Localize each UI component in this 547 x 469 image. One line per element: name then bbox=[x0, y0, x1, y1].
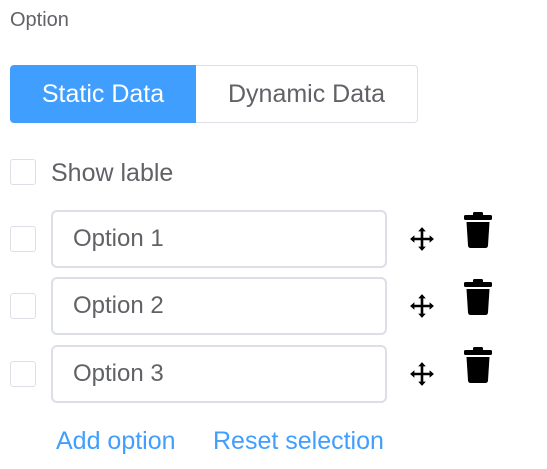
tab-static-data[interactable]: Static Data bbox=[10, 65, 196, 123]
trash-icon[interactable] bbox=[464, 279, 492, 315]
section-title: Option bbox=[10, 9, 69, 31]
option-2-checkbox[interactable] bbox=[10, 293, 36, 319]
option-1-checkbox[interactable] bbox=[10, 226, 36, 252]
reset-selection-link[interactable]: Reset selection bbox=[213, 426, 384, 456]
option-editor-panel: Option Static Data Dynamic Data Show lab… bbox=[0, 0, 547, 469]
option-3-input[interactable] bbox=[51, 345, 387, 403]
option-2-input[interactable] bbox=[51, 277, 387, 335]
data-source-tabs: Static Data Dynamic Data bbox=[10, 65, 418, 123]
trash-icon[interactable] bbox=[464, 212, 492, 248]
show-label-checkbox[interactable] bbox=[10, 159, 36, 185]
option-row-1 bbox=[0, 210, 547, 268]
add-option-link[interactable]: Add option bbox=[56, 426, 176, 456]
option-1-input[interactable] bbox=[51, 210, 387, 268]
move-icon[interactable] bbox=[409, 361, 435, 387]
move-icon[interactable] bbox=[409, 293, 435, 319]
option-row-3 bbox=[0, 345, 547, 403]
option-row-2 bbox=[0, 277, 547, 335]
move-icon[interactable] bbox=[409, 226, 435, 252]
tab-dynamic-data[interactable]: Dynamic Data bbox=[196, 65, 418, 123]
show-label-text: Show lable bbox=[51, 159, 174, 187]
trash-icon[interactable] bbox=[464, 347, 492, 383]
option-3-checkbox[interactable] bbox=[10, 361, 36, 387]
